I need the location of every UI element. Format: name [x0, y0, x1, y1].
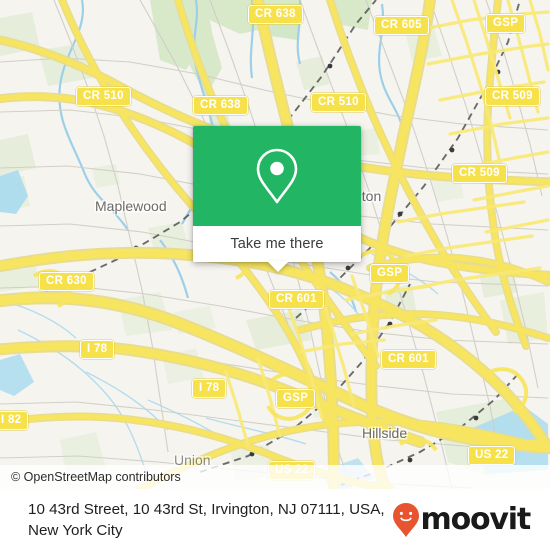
road-shield-cr509[interactable]: CR 509 — [452, 164, 507, 183]
location-popup[interactable]: Take me there — [193, 126, 361, 272]
road-shield-cr638-north[interactable]: CR 638 — [248, 5, 303, 24]
moovit-wordmark: moovit — [420, 501, 532, 537]
moovit-map-screenshot: Maplewood gton Hillside Union CR 638 CR … — [0, 0, 550, 550]
popup-tail-pointer — [267, 261, 289, 272]
road-shield-gsp-north[interactable]: GSP — [486, 14, 526, 33]
address-line-1: 10 43rd Street, 10 43rd St, Irvington, N… — [28, 500, 385, 518]
moovit-pin-icon — [392, 502, 419, 537]
map-pin-icon — [256, 148, 298, 204]
moovit-logo[interactable]: moovit — [392, 502, 536, 538]
osm-attribution[interactable]: © OpenStreetMap contributors — [0, 465, 550, 489]
road-shield-us22-east[interactable]: US 22 — [468, 446, 516, 465]
road-shield-cr638[interactable]: CR 638 — [193, 96, 248, 115]
road-shield-gsp-south[interactable]: GSP — [276, 389, 316, 408]
road-shield-cr510-east[interactable]: CR 510 — [311, 93, 366, 112]
road-shield-cr601-east[interactable]: CR 601 — [381, 350, 436, 369]
road-shield-i78-east[interactable]: I 78 — [192, 379, 227, 398]
take-me-there-label: Take me there — [230, 236, 324, 252]
road-shield-cr630[interactable]: CR 630 — [39, 272, 94, 291]
address-text: 10 43rd Street, 10 43rd St, Irvington, N… — [28, 499, 385, 541]
footer-bar: 10 43rd Street, 10 43rd St, Irvington, N… — [0, 489, 550, 550]
road-shield-gsp-mid[interactable]: GSP — [370, 264, 410, 283]
road-shield-i82[interactable]: I 82 — [0, 411, 29, 430]
address-line-2: New York City — [28, 521, 123, 539]
road-shield-cr601-west[interactable]: CR 601 — [269, 290, 324, 309]
road-shield-cr509-north[interactable]: CR 509 — [485, 87, 540, 106]
map-canvas[interactable]: Maplewood gton Hillside Union CR 638 CR … — [0, 0, 550, 489]
road-shield-cr605[interactable]: CR 605 — [374, 16, 429, 35]
road-shield-cr510-west[interactable]: CR 510 — [76, 87, 131, 106]
popup-action-bar[interactable]: Take me there — [193, 226, 361, 262]
popup-header — [193, 126, 361, 226]
road-shield-i78-west[interactable]: I 78 — [80, 340, 115, 359]
